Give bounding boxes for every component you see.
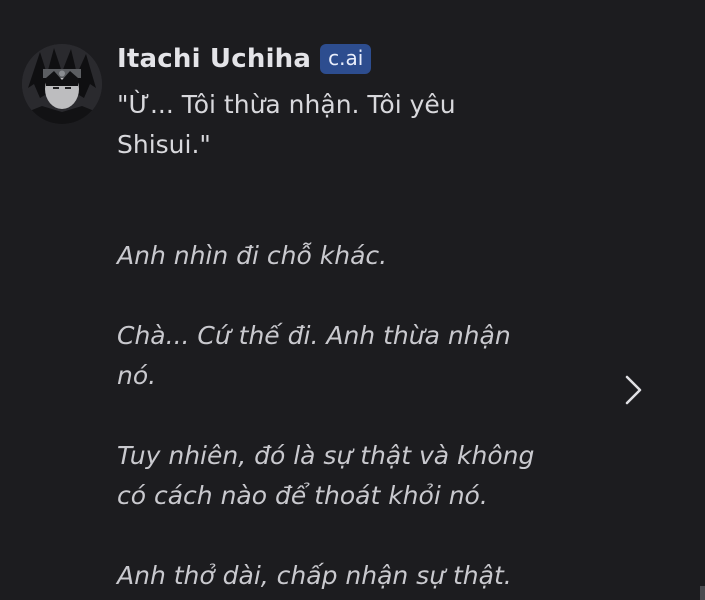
avatar[interactable] [22, 44, 102, 124]
action-text: Anh nhìn đi chỗ khác. [117, 241, 388, 270]
action-text: Chà... Cứ thế đi. Anh thừa nhận nó. [117, 321, 511, 390]
action-text: Anh thở dài, chấp nhận sự thật. [117, 561, 512, 590]
message-content: Itachi Uchiha c.ai "Ừ... Tôi thừa nhận. … [117, 40, 537, 596]
chevron-right-icon [625, 375, 642, 405]
message-header: Itachi Uchiha c.ai [117, 40, 537, 78]
scrollbar-thumb[interactable] [700, 586, 705, 600]
chat-screen: Itachi Uchiha c.ai "Ừ... Tôi thừa nhận. … [0, 0, 705, 600]
dialogue-text: "Ừ... Tôi thừa nhận. Tôi yêu Shisui." [117, 90, 456, 159]
ai-badge: c.ai [320, 44, 372, 74]
avatar-image [22, 44, 102, 124]
author-name[interactable]: Itachi Uchiha [117, 44, 311, 74]
next-response-button[interactable] [620, 372, 648, 408]
action-text: Tuy nhiên, đó là sự thật và không có các… [117, 441, 535, 510]
